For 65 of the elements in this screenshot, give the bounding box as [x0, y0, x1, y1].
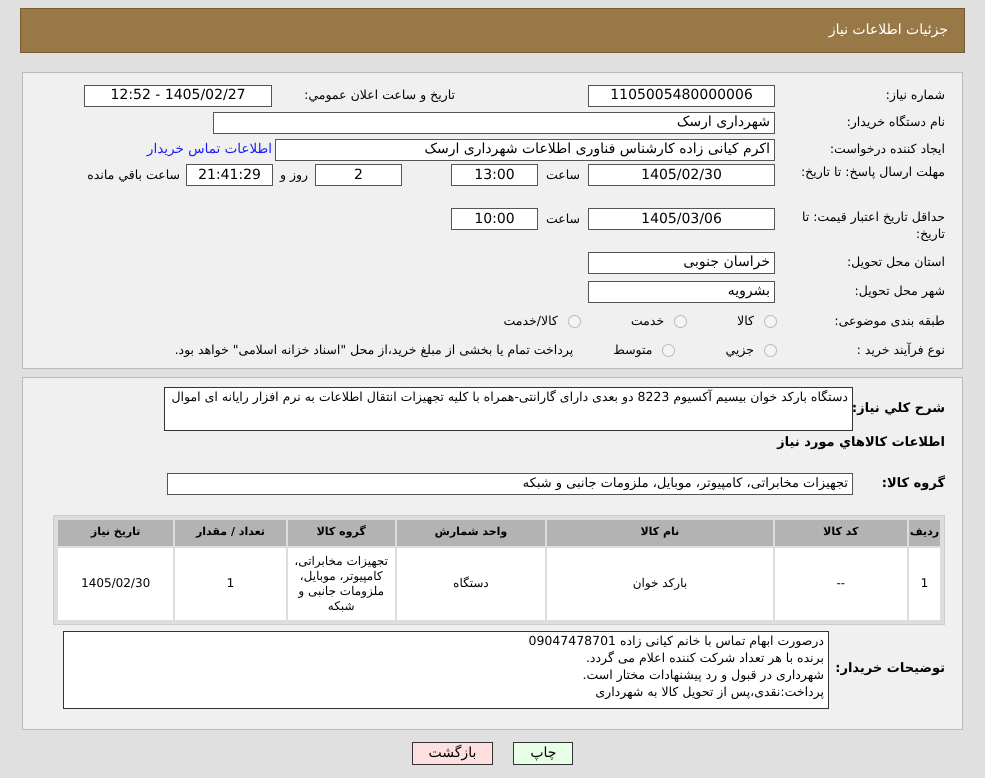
- field-label: نام دستگاه خریدار:: [846, 113, 945, 132]
- notes-line: درصورت ابهام تماس با خانم کیانی زاده 09047478701: [528, 632, 824, 648]
- input-field: 10:00: [451, 208, 538, 230]
- field-label: شرح کلي نياز:: [853, 400, 945, 418]
- field-label: حداقل تاریخ اعتبار قیمت: تا تاریخ:: [800, 208, 945, 242]
- input-field: شهرداری ارسک: [213, 112, 775, 134]
- option-label: کالا: [737, 312, 754, 330]
- option-label: متوسط: [613, 340, 652, 359]
- input-field: 1105005480000006: [588, 84, 775, 106]
- table-cell: 1405/02/30: [58, 548, 174, 620]
- table-cell: بارکد خوان: [547, 548, 773, 620]
- option-label: جزيي: [725, 340, 754, 359]
- field-label: نوع فرآیند خرید :: [856, 340, 945, 359]
- input-field: 2: [315, 164, 402, 186]
- field-label: توضیحات خریدار:: [834, 660, 945, 678]
- radio-button[interactable]: [662, 344, 676, 356]
- input-field: خراسان جنوبی: [588, 252, 775, 274]
- description-box: دستگاه بارکد خوان بیسیم آکسیوم 8223 دو بعدی دارای گارانتی-همراه با کلیه تجهیزات انتقال اطلاعات به نرم افزار رایانه ای اموال: [164, 387, 853, 431]
- input-field: تجهیزات مخابراتی، کامپیوتر، موبایل، ملزومات جانبی و شبکه: [167, 472, 853, 494]
- field-label: استان محل تحویل:: [846, 253, 945, 272]
- field-label: شهر محل تحویل:: [854, 282, 945, 300]
- field-label: پرداخت تمام یا بخشی از مبلغ خرید،از محل "اسناد خزانه اسلامی" خواهد بود.: [174, 340, 574, 359]
- table-cell: تجهیزات مخابراتی، کامپیوتر، موبایل، ملزومات جانبی و شبکه: [288, 548, 395, 620]
- input-field: 1405/02/30: [588, 164, 775, 186]
- column-header: تعداد / مقدار: [175, 520, 286, 546]
- table-cell: دستگاه: [396, 548, 546, 620]
- field-label: ساعت باقي مانده: [87, 166, 180, 184]
- column-header: تاريخ نياز: [58, 520, 174, 546]
- option-label: خدمت: [630, 312, 664, 330]
- radio-button[interactable]: [764, 344, 777, 356]
- field-label: شماره نیاز:: [884, 86, 945, 104]
- field-label: روز و: [278, 166, 310, 184]
- field-label: مهلت ارسال پاسخ: تا تاریخ:: [800, 163, 945, 180]
- page-title: جزئیات اطلاعات نیاز: [828, 21, 948, 40]
- back-button[interactable]: بازگشت: [412, 742, 494, 765]
- table-cell: 1: [908, 548, 940, 620]
- field-label: ایجاد کننده درخواست:: [828, 140, 945, 158]
- countdown-field: 21:41:29: [186, 164, 273, 186]
- field-label: ساعت: [544, 166, 581, 184]
- notes-line: برنده با هر تعداد شرکت کننده اعلام می گردد.: [584, 648, 824, 666]
- column-header: کد کالا: [774, 520, 907, 546]
- radio-button[interactable]: [674, 314, 688, 328]
- table-cell: 1: [175, 548, 286, 620]
- radio-button[interactable]: [568, 314, 581, 328]
- field-label: طبقه بندی موضوعی:: [833, 312, 945, 330]
- field-label: تاريخ و ساعت اعلان عمومي:: [303, 86, 455, 104]
- field-label: ساعت: [544, 210, 581, 228]
- input-field: 1405/03/06: [588, 208, 775, 230]
- section-title: اطلاعات کالاهاي مورد نياز: [776, 434, 945, 452]
- print-button[interactable]: چاپ: [513, 742, 574, 765]
- column-header: واحد شمارش: [396, 520, 546, 546]
- column-header: گروه کالا: [288, 520, 395, 546]
- input-field: 13:00: [451, 164, 538, 186]
- notes-line: شهرداری در قبول و رد پیشنهادات مختار است.: [582, 666, 824, 682]
- column-header: رديف: [908, 520, 940, 546]
- table-cell: --: [774, 548, 907, 620]
- input-field: بشرویه: [588, 280, 775, 302]
- contact-link[interactable]: اطلاعات تماس خریدار: [146, 139, 272, 160]
- field-label: گروه کالا:: [880, 474, 945, 493]
- option-label: کالا/خدمت: [503, 312, 558, 330]
- radio-button[interactable]: [764, 314, 777, 328]
- input-field: 1405/02/27 - 12:52: [84, 84, 272, 106]
- notes-line: پرداخت:نقدی،پس از تحویل کالا به شهرداری: [594, 682, 824, 700]
- input-field: اکرم کیانی زاده کارشناس فناوری اطلاعات شهرداری ارسک: [275, 138, 775, 160]
- column-header: نام کالا: [547, 520, 773, 546]
